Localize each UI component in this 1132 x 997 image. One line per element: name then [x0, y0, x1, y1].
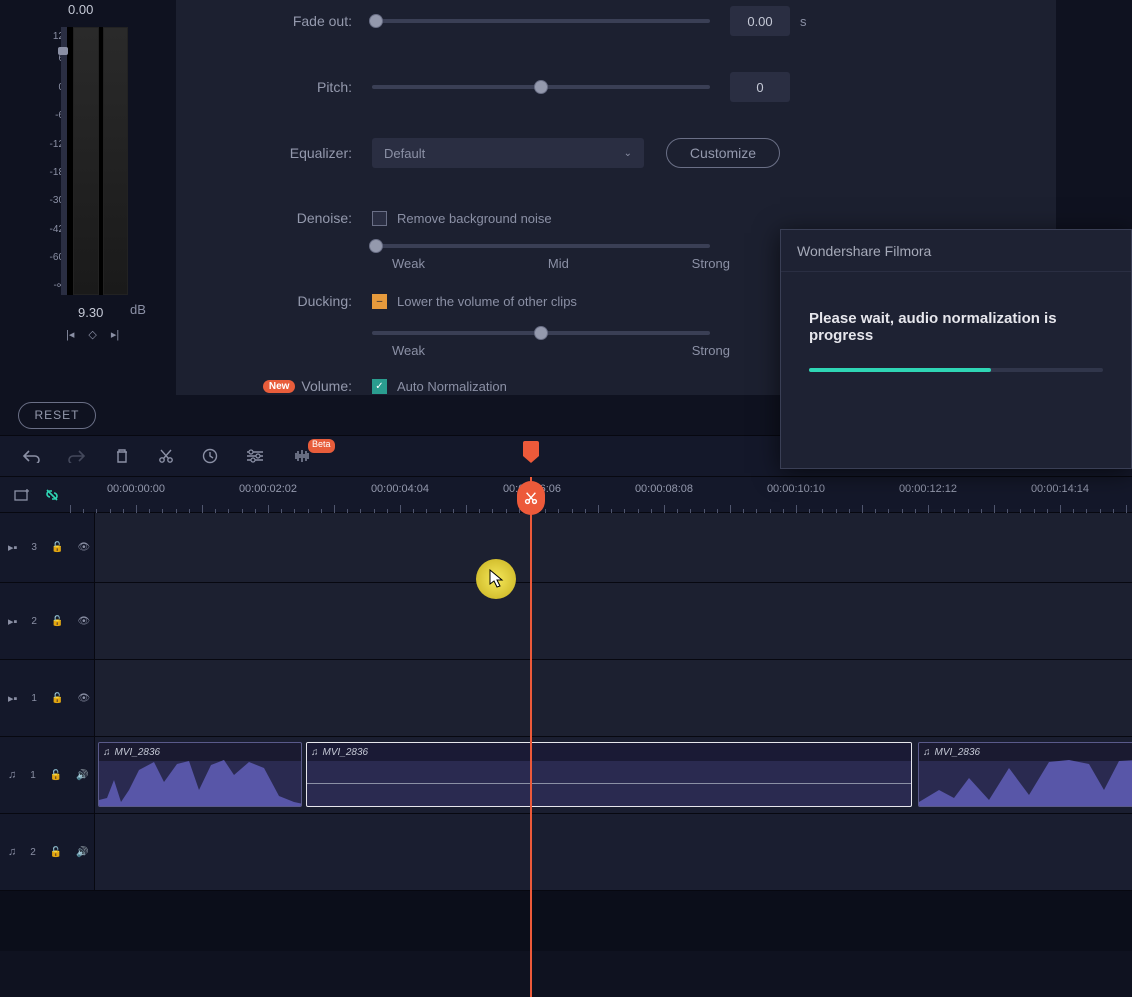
denoise-slider[interactable] — [372, 244, 710, 248]
new-badge: New — [263, 380, 296, 393]
redo-icon[interactable] — [68, 449, 86, 463]
delete-icon[interactable] — [114, 448, 130, 464]
denoise-check-label: Remove background noise — [397, 211, 552, 226]
lock-icon[interactable]: 🔓 — [51, 693, 63, 704]
customize-button[interactable]: Customize — [666, 138, 780, 168]
audio-level-meter: 0.00 12 6 0 -6 -12 -18 -30 -42 -60 -∞ 9.… — [0, 0, 176, 395]
chevron-down-icon: ⌄ — [624, 148, 632, 159]
auto-norm-label: Auto Normalization — [397, 379, 507, 394]
music-icon: ♫ — [8, 846, 16, 858]
lock-icon[interactable]: 🔓 — [51, 616, 63, 627]
timeline-ruler[interactable]: 00:00:00:0000:00:02:0200:00:04:0400:00:0… — [73, 477, 1132, 513]
fade-out-input[interactable] — [730, 6, 790, 36]
cut-handle-icon[interactable] — [517, 481, 545, 515]
next-keyframe-icon[interactable]: ▸| — [111, 328, 119, 341]
audio-track-2[interactable]: ♫ 2 🔓 🔊 — [0, 814, 1132, 891]
audio-clip[interactable]: ♫MVI_2836 — [918, 742, 1132, 807]
video-track-2[interactable]: ▸▪ 2 🔓 👁 — [0, 583, 1132, 660]
meter-gain-knob[interactable] — [58, 47, 68, 55]
adjust-icon[interactable] — [246, 449, 264, 463]
dialog-title: Wondershare Filmora — [781, 230, 1131, 272]
fade-out-slider[interactable] — [372, 19, 710, 23]
pitch-slider[interactable] — [372, 85, 710, 89]
progress-fill — [809, 368, 991, 372]
dialog-message: Please wait, audio normalization is prog… — [781, 272, 1131, 344]
cursor-icon — [488, 569, 504, 589]
video-track-1[interactable]: ▸▪ 1 🔓 👁 — [0, 660, 1132, 737]
video-track-3[interactable]: ▸▪ 3 🔓 👁 — [0, 513, 1132, 583]
audio-sync-icon[interactable]: Beta — [292, 449, 339, 463]
beta-badge: Beta — [308, 439, 335, 453]
meter-time: 0.00 — [68, 2, 93, 17]
prev-keyframe-icon[interactable]: |◂ — [66, 328, 74, 341]
audio-track-1[interactable]: ♫ 1 🔓 🔊 ♫MVI_2836 ♫MVI_2836 ♫MVI_2836 — [0, 737, 1132, 814]
eye-icon[interactable]: 👁 — [77, 693, 90, 704]
lock-icon[interactable]: 🔓 — [51, 542, 63, 553]
speaker-icon[interactable]: 🔊 — [76, 847, 88, 858]
cursor-highlight — [476, 559, 516, 599]
add-marker-icon[interactable] — [14, 488, 30, 502]
eye-icon[interactable]: 👁 — [77, 542, 90, 553]
meter-unit: dB — [130, 302, 146, 317]
video-icon: ▸▪ — [8, 541, 17, 554]
music-icon: ♫ — [923, 747, 931, 758]
ducking-check-label: Lower the volume of other clips — [397, 294, 577, 309]
ducking-slider[interactable] — [372, 331, 710, 335]
timeline-tracks: ▸▪ 3 🔓 👁 ▸▪ 2 🔓 👁 ▸▪ 1 🔓 👁 ♫ 1 🔓 🔊 — [0, 513, 1132, 951]
link-icon[interactable] — [44, 487, 60, 503]
eq-label: Equalizer: — [194, 145, 372, 161]
meter-scale: 12 6 0 -6 -12 -18 -30 -42 -60 -∞ — [36, 27, 64, 295]
eye-icon[interactable]: 👁 — [77, 616, 90, 627]
auto-norm-checkbox[interactable]: ✓ — [372, 379, 387, 394]
progress-bar — [809, 368, 1103, 372]
undo-icon[interactable] — [22, 449, 40, 463]
split-icon[interactable] — [158, 448, 174, 464]
lock-icon[interactable]: 🔓 — [50, 847, 62, 858]
volume-label: Volume: — [301, 378, 352, 394]
audio-clip[interactable]: ♫MVI_2836 — [98, 742, 302, 807]
ducking-label: Ducking: — [194, 293, 372, 309]
speaker-icon[interactable]: 🔊 — [76, 770, 88, 781]
progress-dialog: Wondershare Filmora Please wait, audio n… — [780, 229, 1132, 469]
music-icon: ♫ — [8, 769, 16, 781]
speed-icon[interactable] — [202, 448, 218, 464]
video-icon: ▸▪ — [8, 692, 17, 705]
music-icon: ♫ — [103, 747, 111, 758]
lock-icon[interactable]: 🔓 — [50, 770, 62, 781]
playhead[interactable] — [530, 477, 532, 997]
reset-button[interactable]: RESET — [18, 402, 96, 429]
denoise-checkbox[interactable] — [372, 211, 387, 226]
music-icon: ♫ — [311, 747, 319, 758]
fade-out-label: Fade out: — [194, 13, 372, 29]
ducking-checkbox[interactable]: – — [372, 294, 387, 309]
pitch-input[interactable] — [730, 72, 790, 102]
add-keyframe-icon[interactable]: ◇ — [88, 328, 96, 341]
pitch-label: Pitch: — [194, 79, 372, 95]
meter-value: 9.30 — [78, 305, 103, 320]
playhead-handle[interactable] — [523, 441, 539, 456]
denoise-label: Denoise: — [194, 210, 372, 226]
audio-clip[interactable]: ♫MVI_2836 — [306, 742, 912, 807]
eq-dropdown[interactable]: Default ⌄ — [372, 138, 644, 168]
video-icon: ▸▪ — [8, 615, 17, 628]
